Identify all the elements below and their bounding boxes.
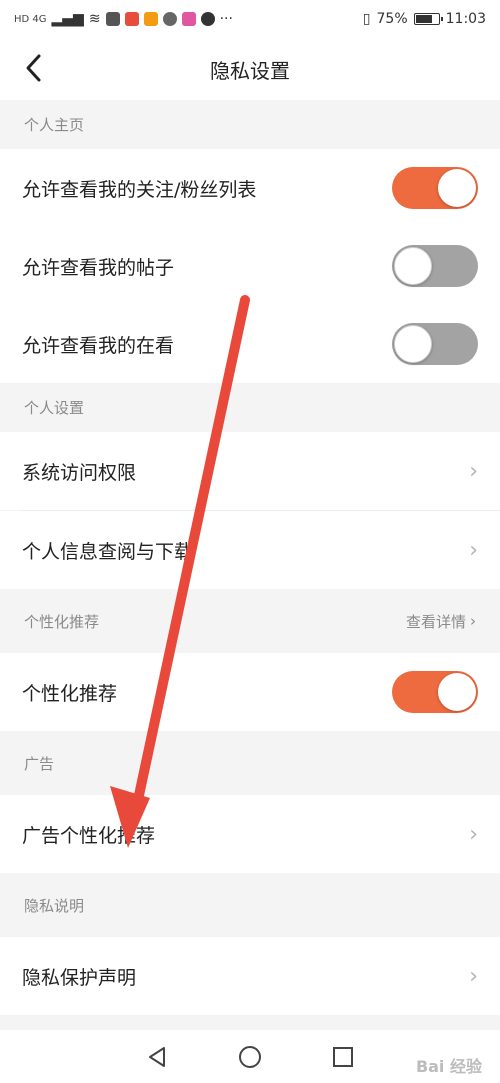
row-label: 允许查看我的在看 <box>22 334 175 357</box>
battery-fill <box>415 15 433 23</box>
view-details-link[interactable]: 查看详情 › <box>406 611 476 632</box>
section-title: 隐私说明 <box>24 896 85 915</box>
row-label: 隐私保护声明 <box>22 966 137 989</box>
section-personal-home: 个人主页 <box>0 100 500 149</box>
toggle-knob <box>438 169 476 207</box>
page-title: 隐私设置 <box>210 58 290 83</box>
section-privacy-notes: 隐私说明 <box>0 873 500 937</box>
chevron-right-icon: › <box>469 458 478 484</box>
section-personal-settings: 个人设置 <box>0 383 500 432</box>
nav-back-button[interactable] <box>137 1037 177 1077</box>
row-personalized-rec[interactable]: 个性化推荐 <box>0 653 500 731</box>
toggle-follow-list[interactable] <box>392 167 478 209</box>
app-icon-multicolor <box>181 12 196 26</box>
app-icon-orange <box>143 12 158 26</box>
nav-recents-button[interactable] <box>323 1037 363 1077</box>
row-label: 允许查看我的帖子 <box>22 256 175 279</box>
toggle-posts[interactable] <box>392 245 478 287</box>
row-label: 个人信息查阅与下载 <box>22 540 194 563</box>
nav-home-button[interactable] <box>230 1037 270 1077</box>
status-left: HD 4G ▂▄▆ ≋ ··· <box>14 11 233 27</box>
top-bar: 隐私设置 <box>0 38 500 100</box>
row-label: 允许查看我的关注/粉丝列表 <box>22 178 257 201</box>
circle-home-icon <box>238 1045 261 1068</box>
toggle-knob <box>438 673 476 711</box>
row-watching[interactable]: 允许查看我的在看 <box>0 305 500 383</box>
row-posts[interactable]: 允许查看我的帖子 <box>0 227 500 305</box>
row-system-access[interactable]: 系统访问权限 › <box>0 432 500 510</box>
chevron-right-icon: › <box>469 537 478 563</box>
battery-icon <box>413 13 443 25</box>
back-button[interactable] <box>14 48 54 88</box>
section-title: 广告 <box>24 754 55 773</box>
more-notifications-icon: ··· <box>219 11 233 27</box>
square-recents-icon <box>333 1046 354 1067</box>
section-title: 个性化推荐 <box>24 612 100 631</box>
triangle-back-icon <box>148 1046 165 1067</box>
app-icon-red <box>124 12 139 26</box>
section-personalized: 个性化推荐 查看详情 › <box>0 589 500 653</box>
toggle-personalized-rec[interactable] <box>392 671 478 713</box>
toggle-knob <box>394 325 432 363</box>
chevron-right-icon: › <box>469 821 478 847</box>
row-privacy-statement[interactable]: 隐私保护声明 › <box>0 937 500 1015</box>
row-follow-list[interactable]: 允许查看我的关注/粉丝列表 <box>0 149 500 227</box>
clock: 11:03 <box>445 11 486 27</box>
row-label: 系统访问权限 <box>22 461 137 484</box>
network-indicator: HD 4G <box>14 13 47 25</box>
view-details-label: 查看详情 <box>405 612 466 631</box>
hand-icon <box>105 12 120 26</box>
section-title: 个人设置 <box>24 399 85 417</box>
toggle-watching[interactable] <box>392 323 478 365</box>
status-right: ▯ 75% 11:03 <box>363 11 486 27</box>
section-title: 个人主页 <box>24 116 85 134</box>
chevron-left-icon <box>26 54 41 82</box>
chat-icon <box>162 12 177 26</box>
wifi-icon: ≋ <box>88 11 101 27</box>
chevron-right-icon: › <box>469 963 478 989</box>
section-ads: 广告 <box>0 731 500 795</box>
chevron-right-icon: › <box>470 612 476 630</box>
row-label: 个性化推荐 <box>22 682 118 705</box>
battery-percent: 75% <box>376 11 408 27</box>
signal-icon: ▂▄▆ <box>51 11 84 27</box>
owl-icon <box>200 12 215 26</box>
row-personal-info[interactable]: 个人信息查阅与下载 › <box>0 511 500 589</box>
toggle-knob <box>394 247 432 285</box>
baidu-watermark: Bai 经验 <box>415 1057 482 1076</box>
vibrate-icon: ▯ <box>362 11 371 27</box>
row-label: 广告个性化推荐 <box>22 824 156 847</box>
status-bar: HD 4G ▂▄▆ ≋ ··· ▯ 75% 11:03 <box>0 0 500 38</box>
row-ad-personalized[interactable]: 广告个性化推荐 › <box>0 795 500 873</box>
